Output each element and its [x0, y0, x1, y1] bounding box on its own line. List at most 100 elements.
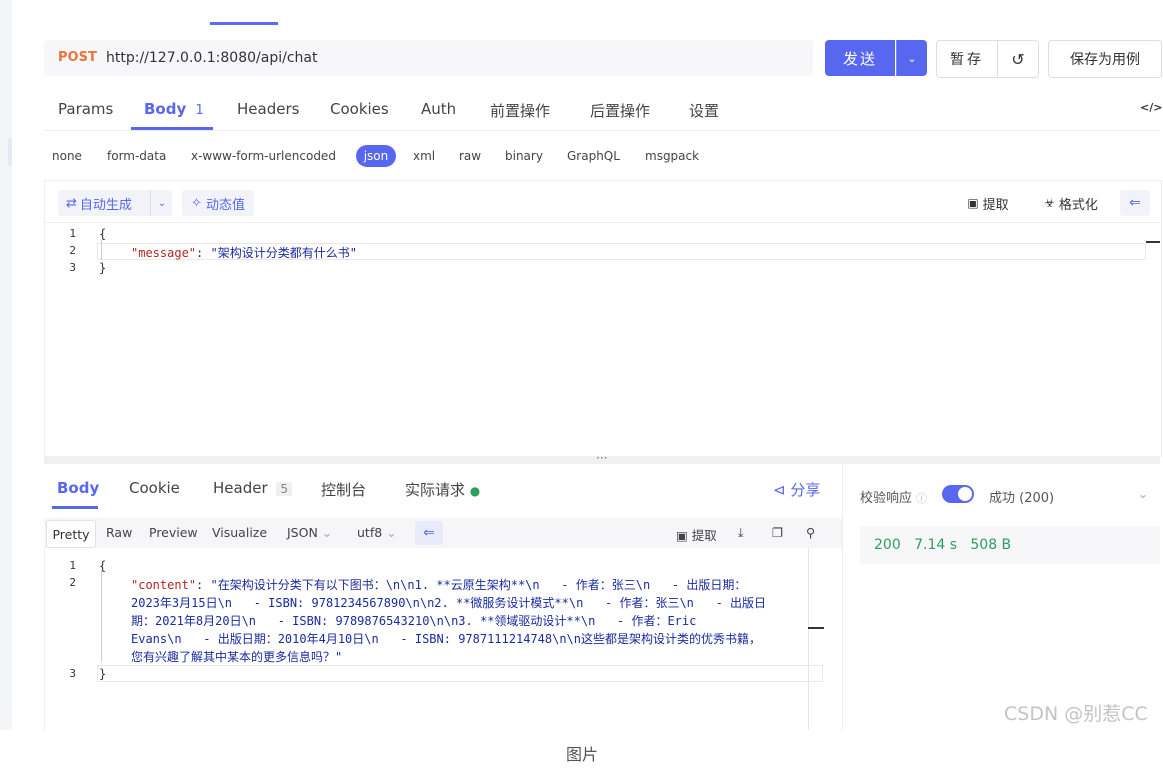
send-button[interactable]: 发送	[825, 40, 895, 76]
wrap-lines-icon[interactable]: ⇐	[1120, 190, 1150, 216]
http-method[interactable]: POST	[58, 50, 97, 65]
tab-body[interactable]: Body 1	[144, 100, 204, 118]
body-type-graphql[interactable]: GraphQL	[567, 149, 620, 163]
body-type-urlencoded[interactable]: x-www-form-urlencoded	[191, 149, 336, 163]
json-key: "message"	[131, 246, 197, 260]
drag-handle-icon[interactable]: ···	[596, 451, 607, 465]
code-line: Evans\n - 出版日期：2010年4月10日\n - ISBN: 9787…	[131, 632, 762, 646]
res-extract-label: 提取	[691, 528, 717, 543]
res-tab-console[interactable]: 控制台	[321, 479, 366, 500]
watermark: CSDN @别惹CC	[1004, 703, 1148, 725]
encoding-select[interactable]: utf8 ⌄	[357, 525, 397, 540]
tab-post-ops[interactable]: 后置操作	[590, 100, 650, 121]
res-tab-body[interactable]: Body	[57, 479, 99, 497]
top-tab-indicator	[210, 22, 278, 25]
encoding-select-value: utf8	[357, 525, 383, 540]
response-size: 508 B	[970, 537, 1012, 553]
view-visualize[interactable]: Visualize	[212, 525, 267, 540]
divider	[44, 130, 1160, 131]
tab-pre-ops[interactable]: 前置操作	[490, 100, 550, 121]
indent-guide	[101, 240, 102, 260]
toggle-knob	[958, 487, 972, 501]
res-tab-actual-request[interactable]: 实际请求 ●	[405, 479, 480, 500]
extract-button[interactable]: ▣ 提取	[958, 190, 1018, 216]
line-number: 3	[69, 667, 76, 680]
send-dropdown-chevron-icon[interactable]: ⌄	[896, 40, 927, 76]
indent-guide	[101, 570, 102, 662]
active-line-highlight	[97, 665, 823, 682]
extract-label: 提取	[982, 197, 1009, 213]
code-line: 2023年3月15日\n - ISBN: 9781234567890\n\n2.…	[131, 596, 767, 610]
code-view-icon[interactable]: </>	[1140, 101, 1162, 114]
copy-icon[interactable]: ❐	[772, 525, 783, 540]
response-time: 7.14 s	[914, 537, 958, 553]
validation-result[interactable]: 成功 (200)	[989, 487, 1054, 506]
json-colon: :	[196, 578, 211, 592]
wrap-lines-icon[interactable]: ⇐	[415, 521, 443, 545]
json-colon: :	[196, 246, 211, 260]
extract-icon: ▣	[676, 528, 688, 543]
res-extract-button[interactable]: ▣ 提取	[676, 525, 717, 544]
chevron-down-icon: ⌄	[386, 525, 397, 540]
format-icon: ☣	[1044, 196, 1055, 210]
body-type-msgpack[interactable]: msgpack	[645, 149, 699, 163]
tab-active-indicator	[52, 506, 98, 509]
chevron-down-icon[interactable]: ⌄	[1138, 487, 1148, 501]
res-tab-header[interactable]: Header 5	[213, 479, 293, 497]
auto-generate-label: 自动生成	[79, 197, 132, 213]
share-button[interactable]: ⊲ 分享	[773, 479, 820, 500]
dynamic-value-label: 动态值	[205, 197, 245, 213]
url-input[interactable]: http://127.0.0.1:8080/api/chat	[106, 50, 317, 66]
share-label: 分享	[790, 481, 821, 499]
res-tab-actual-request-label: 实际请求	[405, 481, 466, 499]
code-line: 您有兴趣了解其中某本的更多信息吗？"	[131, 650, 343, 664]
json-value: "在架构设计分类下有以下图书：\n\n1. **云原生架构**\n - 作者：张…	[210, 578, 747, 592]
left-sidebar-marker	[8, 138, 12, 166]
code-brace-open: {	[99, 227, 107, 241]
save-temp-button[interactable]: 暂存	[936, 40, 997, 78]
body-type-none[interactable]: none	[52, 149, 82, 163]
auto-generate-chevron-icon[interactable]: ⌄	[150, 190, 173, 216]
tab-cookies[interactable]: Cookies	[330, 100, 389, 118]
line-number: 3	[69, 261, 76, 274]
line-number: 2	[69, 576, 76, 589]
res-tab-cookie[interactable]: Cookie	[129, 479, 180, 497]
body-type-raw[interactable]: raw	[459, 149, 481, 163]
tab-params[interactable]: Params	[58, 100, 113, 118]
code-line: 期：2021年8月20日\n - ISBN: 9789876543210\n\n…	[131, 614, 697, 628]
view-pretty[interactable]: Pretty	[46, 520, 96, 548]
tab-auth[interactable]: Auth	[421, 100, 456, 118]
scrollbar[interactable]	[808, 548, 825, 730]
validate-response-text: 校验响应	[860, 491, 913, 506]
res-tab-header-badge: 5	[276, 482, 293, 496]
tab-body-badge: 1	[195, 103, 204, 118]
tab-headers[interactable]: Headers	[237, 100, 299, 118]
undo-icon[interactable]: ↺	[997, 40, 1039, 78]
search-icon[interactable]: ⚲	[806, 525, 815, 540]
code-brace-open: {	[99, 559, 107, 573]
scrollbar-marker	[808, 627, 824, 629]
format-select[interactable]: JSON ⌄	[287, 525, 332, 540]
format-button[interactable]: ☣ 格式化	[1034, 190, 1108, 216]
info-icon: ⓘ	[916, 492, 928, 505]
scrollbar-marker	[1146, 241, 1160, 243]
view-raw[interactable]: Raw	[106, 525, 132, 540]
format-label: 格式化	[1058, 197, 1098, 213]
res-tab-header-label: Header	[213, 479, 268, 497]
validate-response-label: 校验响应 ⓘ	[860, 487, 927, 506]
body-type-json[interactable]: json	[356, 145, 396, 167]
body-type-binary[interactable]: binary	[505, 149, 543, 163]
image-caption: 图片	[566, 745, 599, 764]
body-type-form-data[interactable]: form-data	[107, 149, 166, 163]
save-as-case-button[interactable]: 保存为用例	[1048, 40, 1162, 78]
code-brace-close: }	[99, 261, 107, 275]
format-select-value: JSON	[287, 525, 318, 540]
body-type-xml[interactable]: xml	[413, 149, 435, 163]
wand-icon: ✧	[191, 195, 202, 211]
tab-body-label: Body	[144, 100, 187, 118]
tab-settings[interactable]: 设置	[689, 100, 719, 121]
dynamic-value-button[interactable]: ✧ 动态值	[182, 190, 254, 216]
code-line: "message": "架构设计分类都有什么书"	[131, 244, 357, 261]
view-preview[interactable]: Preview	[149, 525, 198, 540]
download-icon[interactable]: ⤓	[738, 525, 744, 541]
